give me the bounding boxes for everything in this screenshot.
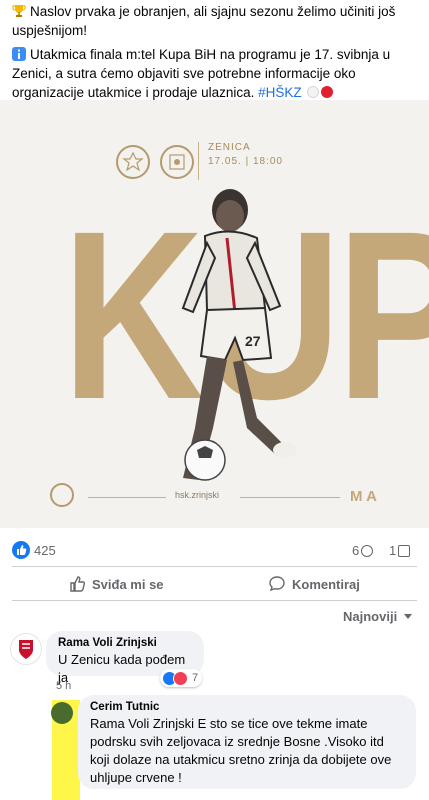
- comment-button[interactable]: Komentiraj: [268, 569, 360, 599]
- comment-label: Komentiraj: [292, 576, 360, 592]
- thumbs-up-icon: [70, 576, 86, 592]
- share-count[interactable]: 1: [389, 543, 411, 558]
- like-count[interactable]: 425: [34, 543, 56, 558]
- comment-author[interactable]: Rama Voli Zrinjski: [58, 637, 192, 649]
- divider-bottom: [12, 600, 417, 601]
- commenter-avatar[interactable]: [10, 633, 42, 665]
- comment-count[interactable]: 6: [352, 543, 374, 558]
- chevron-down-icon: [404, 613, 413, 619]
- club-handle: hsk.zrinjski: [175, 490, 220, 500]
- red-circle-icon: [321, 86, 334, 98]
- info-icon: [12, 47, 26, 61]
- sort-label: Najnoviji: [343, 609, 398, 624]
- header-divider: [198, 142, 199, 180]
- post-actions: Sviđa mi se Komentiraj: [0, 569, 429, 599]
- trophy-icon: [12, 5, 26, 17]
- reply-bubble: Cerim Tutnic Rama Voli Zrinjski E sto se…: [78, 695, 416, 789]
- post-text: Naslov prvaka je obranjen, ali sjajnu se…: [12, 2, 417, 107]
- love-reaction-icon: [173, 670, 188, 686]
- post-image[interactable]: ZENICA 17.05. | 18:00 KUP 27 hsk.zrinjsk…: [0, 100, 429, 528]
- post-line-1: Naslov prvaka je obranjen, ali sjajnu se…: [12, 4, 396, 38]
- match-date-time: 17.05. | 18:00: [208, 156, 283, 167]
- reaction-count: 7: [192, 672, 199, 684]
- player-photo: 27: [181, 189, 297, 481]
- commenter-avatar-2[interactable]: [51, 702, 73, 724]
- opponent-crest-icon: [160, 145, 194, 179]
- share-count-icon: [398, 545, 411, 557]
- svg-text:27: 27: [245, 333, 261, 349]
- comment-timestamp[interactable]: 5 h: [56, 680, 71, 692]
- white-circle-icon: [307, 86, 320, 98]
- hashtag-link[interactable]: #HŠKZ: [258, 85, 302, 100]
- comment-count-icon: [361, 545, 374, 557]
- comment-reactions[interactable]: 7: [160, 669, 203, 687]
- like-reaction-icon[interactable]: [12, 541, 30, 559]
- reply-author[interactable]: Cerim Tutnic: [90, 701, 404, 713]
- sort-dropdown[interactable]: Najnoviji: [343, 609, 413, 624]
- reply-text: Rama Voli Zrinjski E sto se tice ove tek…: [90, 716, 392, 785]
- like-label: Sviđa mi se: [92, 576, 164, 592]
- zrinjski-crest-icon: [116, 145, 150, 179]
- footer-line-left: [88, 497, 166, 498]
- like-button[interactable]: Sviđa mi se: [68, 569, 164, 599]
- match-venue: ZENICA: [208, 142, 251, 153]
- sponsor-logo: M A: [350, 488, 377, 505]
- post-stats: 425 6 1: [12, 541, 417, 561]
- divider-top: [12, 566, 417, 567]
- footer-line-right: [240, 497, 340, 498]
- comment-icon: [269, 576, 285, 592]
- post-line-2: Utakmica finala m:tel Kupa BiH na progra…: [12, 47, 391, 100]
- footer-crest-icon: [50, 483, 74, 507]
